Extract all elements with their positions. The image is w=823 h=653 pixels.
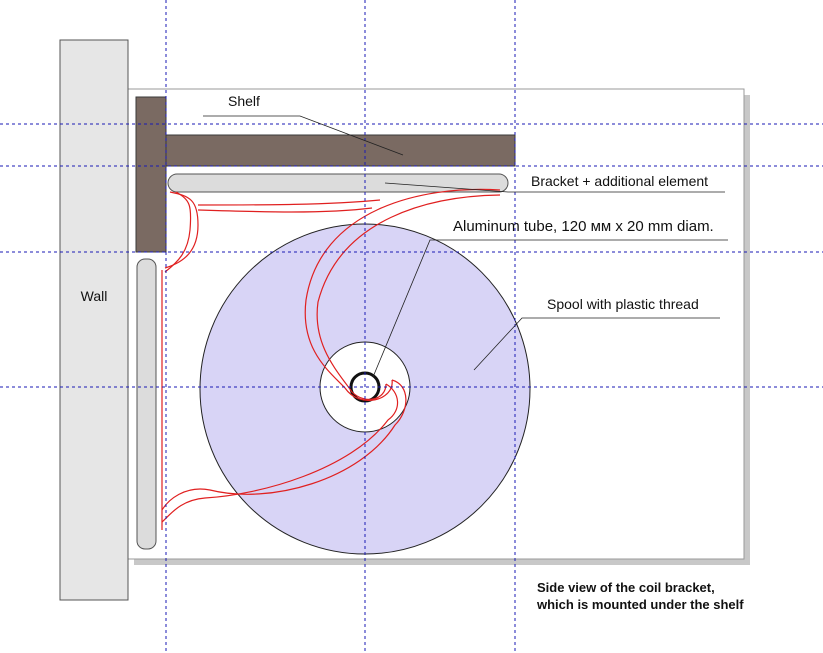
tube-label: Aluminum tube, 120 мм x 20 mm diam. bbox=[453, 218, 714, 235]
caption-line-1: Side view of the coil bracket, bbox=[537, 580, 715, 595]
wall bbox=[59, 39, 129, 601]
shelf-vertical-part bbox=[135, 96, 167, 253]
spool-label: Spool with plastic thread bbox=[547, 296, 699, 312]
bracket-label: Bracket + additional element bbox=[531, 173, 708, 189]
coil-bracket-diagram: Wall Shelf Bracket + additional element … bbox=[0, 0, 823, 653]
bracket-bar bbox=[167, 173, 509, 193]
shelf-label: Shelf bbox=[228, 93, 260, 109]
caption-line-2: which is mounted under the shelf bbox=[536, 597, 744, 612]
vertical-guide-bar bbox=[136, 258, 157, 550]
wall-label: Wall bbox=[81, 288, 108, 304]
shelf-horizontal-part bbox=[165, 134, 516, 167]
